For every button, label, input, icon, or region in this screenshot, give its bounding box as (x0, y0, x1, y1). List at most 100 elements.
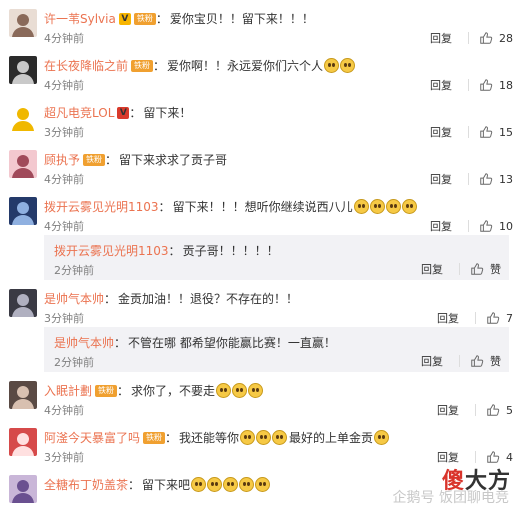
comment-time: 3分钟前 (44, 451, 84, 464)
divider (468, 220, 469, 232)
fan-badge: 铁粉 (83, 153, 106, 166)
like-button[interactable]: 10 (479, 219, 513, 233)
colon: ： (129, 106, 142, 120)
comment-username[interactable]: 超凡电竞LOL (44, 104, 114, 121)
like-button[interactable]: 赞 (470, 261, 501, 277)
comment-line: 阿滏今天暴富了吗 铁粉：我还能等你 最好的上单金贡 (44, 429, 390, 446)
comment-username[interactable]: 拨开云雾见光明1103 (44, 198, 159, 215)
like-button[interactable]: 7 (486, 311, 513, 325)
reply-button[interactable]: 回复 (437, 402, 459, 418)
reply-actions: 回复 赞 (421, 353, 501, 369)
avatar[interactable] (9, 197, 37, 225)
emoji-icon (256, 430, 272, 445)
emoji-icon (324, 58, 340, 73)
comment-text: 爱你宝贝！！留下来！！！ (169, 12, 314, 26)
comment-actions: 回复 10 (430, 218, 513, 234)
colon: ： (117, 384, 130, 398)
emoji-icon (248, 383, 264, 398)
reply-button[interactable]: 回复 (421, 261, 443, 277)
avatar-image (12, 294, 34, 317)
reply-username[interactable]: 是帅气本帅 (54, 334, 114, 351)
comment-actions: 回复 5 (437, 402, 513, 418)
reply-button[interactable]: 回复 (430, 124, 452, 140)
reply-button[interactable]: 回复 (430, 218, 452, 234)
comment-list: 许一苇Sylvia V 铁粉：爱你宝贝！！留下来！！！ 4分钟前 回复 28 在长夜降临之前… (0, 0, 523, 511)
divider (468, 32, 469, 44)
comment-line: 全糖布丁奶盖茶：留下来吧 (44, 476, 271, 493)
avatar[interactable] (9, 150, 37, 178)
like-icon (487, 404, 500, 416)
emoji-icon (240, 430, 256, 445)
like-button[interactable]: 4 (486, 450, 513, 464)
reply-actions: 回复 赞 (421, 261, 501, 277)
comment-username[interactable]: 阿滏今天暴富了吗 (44, 429, 140, 446)
like-icon (471, 355, 484, 367)
like-button[interactable]: 赞 (470, 353, 501, 369)
comment-time: 4分钟前 (44, 173, 84, 186)
comment-line: 拨开云雾见光明1103：留下来！！！想听你继续说西八儿 (44, 198, 417, 215)
reply-button[interactable]: 回复 (437, 310, 459, 326)
source-watermark: 企鹅号 饭团聊电竞 (393, 487, 509, 507)
like-icon (480, 32, 493, 44)
like-label: 赞 (490, 355, 501, 368)
comment-line: 许一苇Sylvia V 铁粉：爱你宝贝！！留下来！！！ (44, 10, 314, 27)
like-button[interactable]: 13 (479, 172, 513, 186)
source-watermark-text: 企鹅号 饭团聊电竞 (392, 490, 509, 506)
avatar-image (12, 108, 34, 131)
divider (459, 355, 460, 367)
like-count: 13 (499, 172, 513, 186)
comment-username[interactable]: 在长夜降临之前 (44, 57, 128, 74)
reply-item: 拨开云雾见光明1103：贡子哥！！！！！ 2分钟前 回复 赞 (44, 235, 509, 280)
comment-actions: 回复 13 (430, 171, 513, 187)
comment-text: 留下来！ (143, 106, 192, 120)
avatar[interactable] (9, 428, 37, 456)
emoji-icon (239, 477, 255, 492)
like-button[interactable]: 28 (479, 31, 513, 45)
avatar-image (12, 14, 34, 37)
avatar[interactable] (9, 9, 37, 37)
comment-time: 4分钟前 (44, 79, 84, 92)
reply-button[interactable]: 回复 (430, 171, 452, 187)
emoji-icon (207, 477, 223, 492)
comment-item: 许一苇Sylvia V 铁粉：爱你宝贝！！留下来！！！ 4分钟前 回复 28 (0, 0, 523, 47)
reply-button[interactable]: 回复 (421, 353, 443, 369)
comment-text: 爱你啊！！永远爱你们六个人 (167, 59, 324, 73)
like-icon (487, 312, 500, 324)
comment-item: 超凡电竞LOL V：留下来！ 3分钟前 回复 15 (0, 94, 523, 141)
reply-text: 不管在哪 都希望你能赢比赛！一直赢！ (128, 336, 336, 350)
avatar[interactable] (9, 475, 37, 503)
like-icon (480, 79, 493, 91)
colon: ： (104, 292, 117, 306)
divider (475, 312, 476, 324)
emoji-icon (369, 199, 385, 214)
avatar[interactable] (9, 56, 37, 84)
reply-button[interactable]: 回复 (430, 77, 452, 93)
comment-actions: 回复 7 (437, 310, 513, 326)
reply-button[interactable]: 回复 (430, 30, 452, 46)
comment-username[interactable]: 全糖布丁奶盖茶 (44, 476, 128, 493)
reply-username[interactable]: 拨开云雾见光明1103 (54, 242, 169, 259)
like-button[interactable]: 15 (479, 125, 513, 139)
comment-username[interactable]: 顾执予 (44, 151, 80, 168)
avatar[interactable] (9, 103, 37, 131)
like-button[interactable]: 5 (486, 403, 513, 417)
comment-text: 留下来求求了贡子哥 (119, 153, 228, 167)
avatar-image (12, 433, 34, 456)
like-icon (471, 263, 484, 275)
divider (468, 173, 469, 185)
fan-badge: 铁粉 (131, 59, 154, 72)
like-count: 28 (499, 31, 513, 45)
like-count: 7 (506, 311, 513, 325)
reply-line: 是帅气本帅：不管在哪 都希望你能赢比赛！一直赢！ (54, 334, 336, 351)
comment-item: 在长夜降临之前 铁粉：爱你啊！！永远爱你们六个人 4分钟前 回复 18 (0, 47, 523, 94)
fan-badge: 铁粉 (133, 12, 156, 25)
avatar[interactable] (9, 289, 37, 317)
comment-username[interactable]: 入眠計劃 (44, 382, 92, 399)
comment-text: 金贡加油！！退役？不存在的！！ (118, 292, 299, 306)
avatar[interactable] (9, 381, 37, 409)
avatar-image (12, 202, 34, 225)
like-button[interactable]: 18 (479, 78, 513, 92)
emoji-icon (385, 199, 401, 214)
comment-username[interactable]: 是帅气本帅 (44, 290, 104, 307)
comment-username[interactable]: 许一苇Sylvia (44, 10, 116, 27)
